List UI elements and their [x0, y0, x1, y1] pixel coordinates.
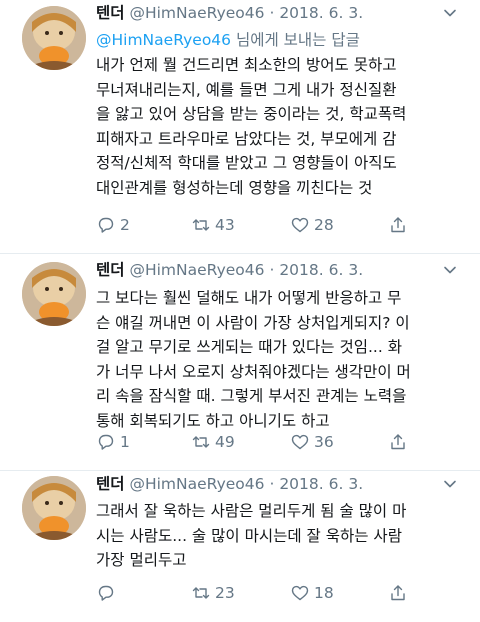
- share-icon: [391, 585, 405, 601]
- share-button[interactable]: [388, 583, 408, 603]
- avatar-image: [22, 262, 86, 326]
- user-handle[interactable]: @HimNaeRyeo46: [129, 4, 264, 22]
- separator: ·: [269, 261, 275, 279]
- retweet-count: 43: [215, 216, 235, 234]
- retweet-button[interactable]: 43: [191, 215, 235, 235]
- heart-icon: [291, 434, 309, 450]
- reply-icon: [98, 217, 114, 233]
- share-button[interactable]: [388, 432, 408, 452]
- tweet-date[interactable]: 2018. 6. 3.: [279, 475, 363, 493]
- tweet-line: 슨 얘길 꺼내면 이 사람이 가장 상처입게되지? 이: [96, 313, 410, 332]
- like-button[interactable]: 18: [290, 583, 334, 603]
- tweet-line: 피해자고 트라우마로 남았다는 것, 부모에게 감: [96, 129, 397, 148]
- tweet-header: 텐더 @HimNaeRyeo46 · 2018. 6. 3.: [96, 260, 440, 280]
- reply-icon: [98, 434, 114, 450]
- tweet-line: 시는 사람도... 술 많이 마시는데 잘 욱하는 사람: [96, 526, 402, 545]
- like-button[interactable]: 36: [290, 432, 334, 452]
- tweet-line: 내가 언제 뭘 건드리면 최소한의 방어도 못하고: [96, 56, 397, 74]
- tweet-3[interactable]: 텐더 @HimNaeRyeo46 · 2018. 6. 3. 그래서 잘 욱하는…: [0, 471, 480, 622]
- tweet-line: 그래서 잘 욱하는 사람은 멀리두게 됨 술 많이 마: [96, 502, 407, 520]
- avatar[interactable]: [22, 476, 86, 540]
- tweet-line: 걸 알고 무기로 쓰게되는 때가 있다는 것임... 화: [96, 338, 402, 357]
- tweet-line: 가장 멀리두고: [96, 551, 187, 570]
- reply-icon: [98, 585, 114, 601]
- avatar[interactable]: [22, 6, 86, 70]
- tweet-line: 통해 회복되기도 하고 아니기도 하고: [96, 411, 330, 430]
- tweet-text: 내가 언제 뭘 건드리면 최소한의 방어도 못하고 무너져내리는지, 예를 들면…: [96, 53, 462, 201]
- display-name[interactable]: 텐더: [96, 4, 125, 22]
- retweet-button[interactable]: 23: [191, 583, 235, 603]
- tweet-date[interactable]: 2018. 6. 3.: [279, 4, 363, 22]
- tweet-line: 그 보다는 훨씬 덜해도 내가 어떻게 반응하고 무: [96, 289, 402, 307]
- tweet-text: 그 보다는 훨씬 덜해도 내가 어떻게 반응하고 무 슨 얘길 꺼내면 이 사람…: [96, 286, 462, 434]
- avatar[interactable]: [22, 262, 86, 326]
- tweet-date[interactable]: 2018. 6. 3.: [279, 261, 363, 279]
- tweet-actions: 1 49 36: [96, 432, 462, 456]
- heart-icon: [291, 585, 309, 601]
- reply-button[interactable]: 1: [96, 432, 130, 452]
- retweet-icon: [192, 436, 210, 448]
- retweet-button[interactable]: 49: [191, 432, 235, 452]
- avatar-image: [22, 6, 86, 70]
- retweet-count: 49: [215, 433, 235, 451]
- tweet-2[interactable]: 텐더 @HimNaeRyeo46 · 2018. 6. 3. 그 보다는 훨씬 …: [0, 254, 480, 471]
- tweet-line: 가 너무 나서 오로지 상처줘야겠다는 생각만이 머: [96, 362, 411, 381]
- chevron-down-icon[interactable]: [442, 5, 458, 21]
- share-button[interactable]: [388, 215, 408, 235]
- tweet-line: 정적/신체적 학대를 받았고 그 영향들이 아직도: [96, 154, 397, 173]
- tweet-header: 텐더 @HimNaeRyeo46 · 2018. 6. 3.: [96, 3, 440, 23]
- tweet-header: 텐더 @HimNaeRyeo46 · 2018. 6. 3.: [96, 474, 440, 494]
- tweet-line: 대인관계를 형성하는데 영향을 끼친다는 것: [96, 178, 373, 197]
- user-handle[interactable]: @HimNaeRyeo46: [129, 475, 264, 493]
- tweet-actions: 2 43 28: [96, 215, 462, 239]
- tweet-line: 무너져내리는지, 예를 들면 그게 내가 정신질환: [96, 80, 397, 99]
- display-name[interactable]: 텐더: [96, 261, 125, 279]
- user-handle[interactable]: @HimNaeRyeo46: [129, 261, 264, 279]
- avatar-image: [22, 476, 86, 540]
- replying-to: @HimNaeRyeo46 님에게 보내는 답글: [96, 30, 360, 50]
- retweet-count: 23: [215, 584, 235, 602]
- display-name[interactable]: 텐더: [96, 475, 125, 493]
- tweet-line: 리 속을 잠식할 때. 그렇게 부서진 관계는 노력을: [96, 387, 407, 406]
- heart-icon: [291, 217, 309, 233]
- share-icon: [391, 434, 405, 450]
- reply-button[interactable]: 2: [96, 215, 130, 235]
- tweet-1[interactable]: 텐더 @HimNaeRyeo46 · 2018. 6. 3. @HimNaeRy…: [0, 0, 480, 254]
- like-count: 18: [314, 584, 334, 602]
- reply-count: 2: [120, 216, 130, 234]
- retweet-icon: [192, 219, 210, 231]
- retweet-icon: [192, 587, 210, 599]
- reply-count: 1: [120, 433, 130, 451]
- tweet-text: 그래서 잘 욱하는 사람은 멀리두게 됨 술 많이 마 시는 사람도... 술 …: [96, 499, 462, 573]
- chevron-down-icon[interactable]: [442, 262, 458, 278]
- separator: ·: [269, 475, 275, 493]
- share-icon: [391, 217, 405, 233]
- reply-mention-link[interactable]: @HimNaeRyeo46: [96, 31, 231, 49]
- like-count: 28: [314, 216, 334, 234]
- chevron-down-icon[interactable]: [442, 476, 458, 492]
- tweet-line: 을 앓고 있어 상담을 받는 중이라는 것, 학교폭력: [96, 105, 407, 124]
- reply-suffix: 님에게 보내는 답글: [231, 31, 360, 49]
- tweet-actions: 23 18: [96, 583, 462, 607]
- like-count: 36: [314, 433, 334, 451]
- separator: ·: [269, 4, 275, 22]
- reply-button[interactable]: [96, 583, 120, 603]
- like-button[interactable]: 28: [290, 215, 334, 235]
